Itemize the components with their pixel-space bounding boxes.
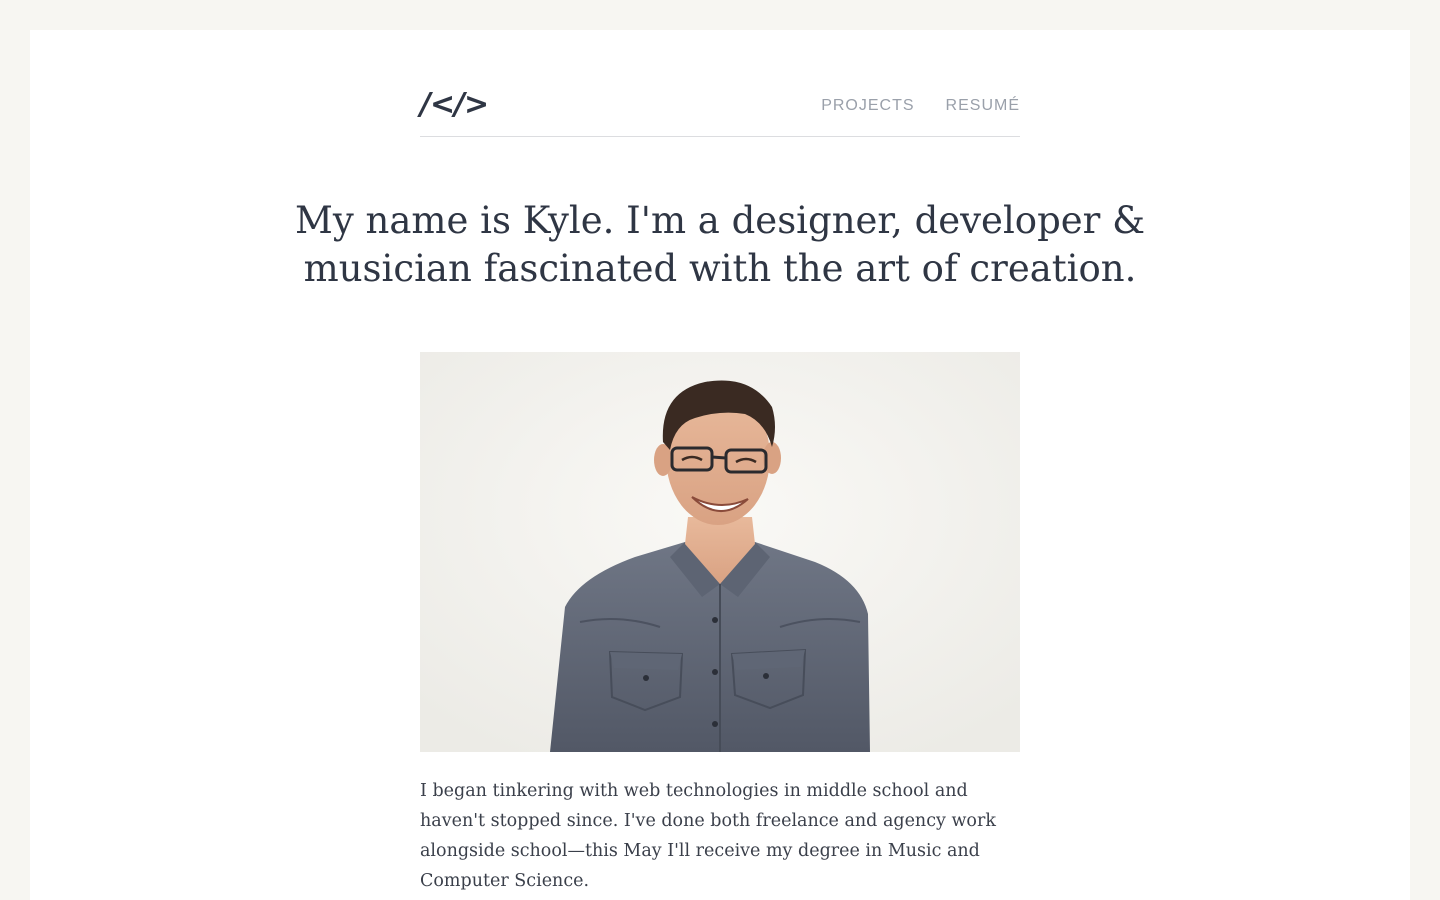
bio-paragraph: I began tinkering with web technologies … [420,781,996,891]
nav-link-projects[interactable]: PROJECTS [821,95,914,117]
portrait-illustration [420,352,1020,752]
main-nav: PROJECTS RESUMÉ [821,95,1020,117]
portrait-photo [420,352,1020,752]
nav-link-resume[interactable]: RESUMÉ [946,95,1020,117]
site-logo[interactable]: /</> [420,85,489,125]
page-card: /</> PROJECTS RESUMÉ My name is Kyle. I'… [30,30,1410,900]
site-header: /</> PROJECTS RESUMÉ [420,85,1020,137]
page-headline: My name is Kyle. I'm a designer, develop… [294,199,1146,290]
